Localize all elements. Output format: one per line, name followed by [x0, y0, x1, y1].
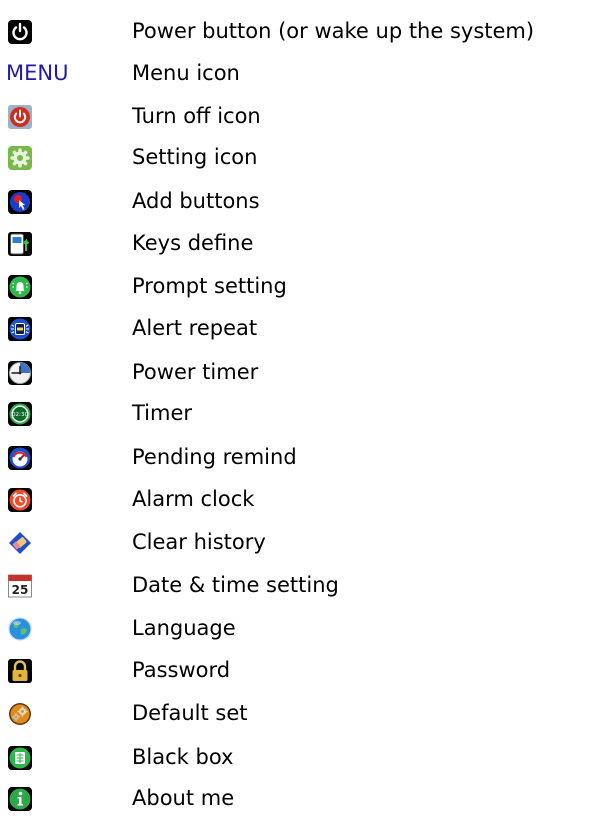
gear-icon [8, 146, 32, 170]
item-label: Add buttons [132, 189, 260, 213]
item-label: Default set [132, 701, 248, 725]
item-label: Timer [132, 401, 193, 425]
list-item: Power button (or wake up the system) [0, 16, 590, 56]
list-item: 25 Date & time setting [0, 570, 590, 610]
add-buttons-icon [8, 190, 32, 214]
list-item: Pending remind [0, 442, 590, 482]
timer-icon: 02:30 [8, 402, 32, 426]
list-item: Power timer [0, 357, 590, 397]
item-label: Alarm clock [132, 487, 255, 511]
item-label: Turn off icon [132, 104, 261, 128]
list-item: Prompt setting [0, 271, 590, 311]
list-item: Turn off icon [0, 101, 590, 141]
list-item: Add buttons [0, 186, 590, 226]
calendar-icon-text: 25 [12, 583, 29, 597]
gauge-icon [8, 446, 32, 470]
list-item: Password [0, 655, 590, 695]
keys-define-icon [8, 232, 32, 256]
item-label: Setting icon [132, 145, 258, 169]
power-symbol-icon [8, 20, 32, 44]
item-label: Clear history [132, 530, 266, 554]
padlock-icon [8, 659, 32, 683]
clock-icon [8, 361, 32, 385]
list-item: Alert repeat [0, 313, 590, 353]
item-label: Menu icon [132, 61, 240, 85]
list-item: Default set [0, 698, 590, 738]
list-item: MENU Menu icon [0, 58, 590, 98]
list-item: 02:30 Timer [0, 398, 590, 438]
item-label: Date & time setting [132, 573, 339, 597]
list-item: Alarm clock [0, 484, 590, 524]
menu-text-icon: MENU [6, 61, 69, 85]
item-label: Password [132, 658, 231, 682]
item-label: Prompt setting [132, 274, 287, 298]
list-item: Black box [0, 742, 590, 782]
item-label: Keys define [132, 231, 254, 255]
item-label: Black box [132, 745, 234, 769]
item-label: Alert repeat [132, 316, 258, 340]
list-item: Setting icon [0, 142, 590, 182]
turn-off-icon [8, 105, 32, 129]
list-item: About me [0, 783, 590, 823]
info-icon [8, 787, 32, 811]
list-item: Keys define [0, 228, 590, 268]
item-label: Power timer [132, 360, 259, 384]
alert-repeat-icon [8, 317, 32, 341]
globe-icon [8, 617, 32, 641]
list-item: Clear history [0, 527, 590, 567]
item-label: About me [132, 786, 235, 810]
eraser-icon [8, 531, 32, 555]
calendar-icon: 25 [8, 574, 32, 598]
timer-icon-text: 02:30 [12, 412, 29, 418]
alarm-clock-icon [8, 488, 32, 512]
item-label: Language [132, 616, 236, 640]
item-label: Power button (or wake up the system) [132, 19, 535, 43]
gears-icon [8, 702, 32, 726]
black-box-icon [8, 746, 32, 770]
item-label: Pending remind [132, 445, 297, 469]
bell-icon [8, 275, 32, 299]
list-item: Language [0, 613, 590, 653]
